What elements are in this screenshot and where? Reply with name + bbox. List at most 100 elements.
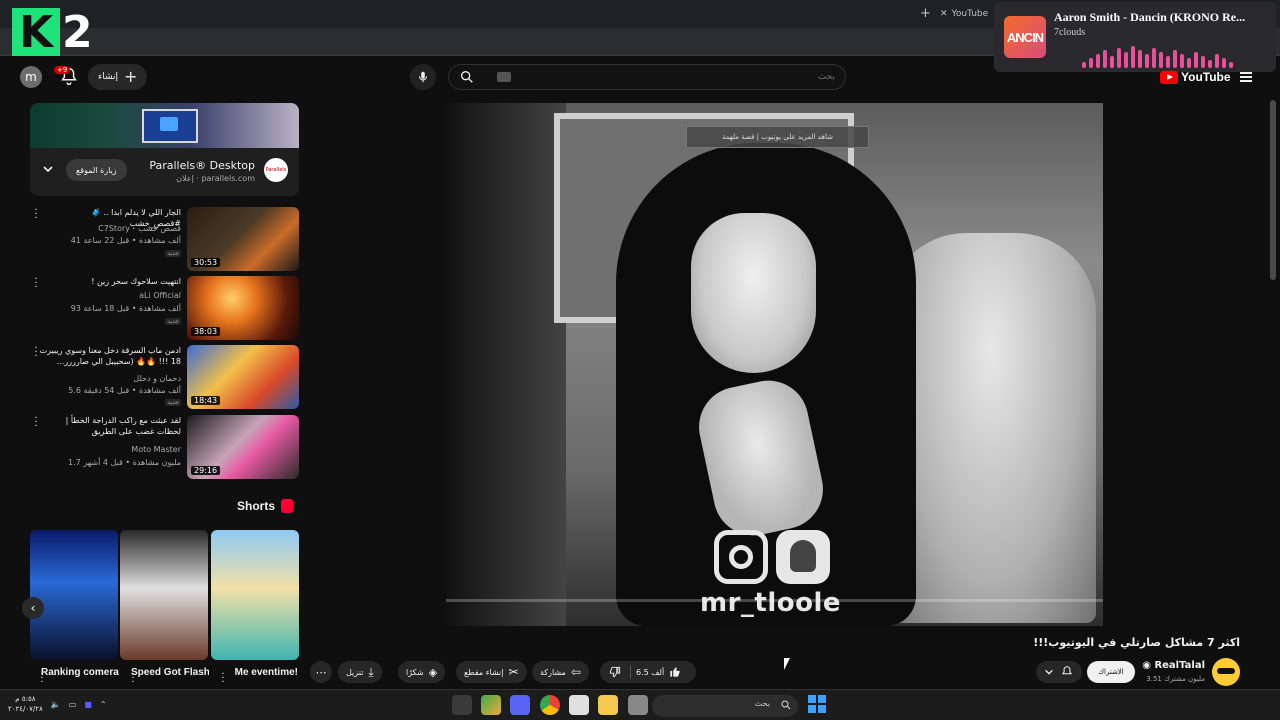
sponsored-ad-card[interactable]: Parallels Parallels® Desktop إعلان · par… (30, 103, 299, 196)
more-options-icon[interactable]: · · · (219, 670, 227, 688)
account-avatar[interactable]: m (20, 66, 42, 88)
channel-name[interactable]: aLi Official (139, 291, 181, 300)
video-title[interactable]: لقد عبثت مع راكب الدراجة الخطأ | لحظات غ… (39, 415, 181, 437)
video-thumbnail[interactable]: 30:53 (187, 207, 299, 271)
instagram-icon (714, 530, 768, 584)
video-thumbnail[interactable]: 38:03 (187, 276, 299, 340)
video-title: اكثر 7 مشاكل صارتلي في اليوتيوب!!! (1033, 636, 1240, 649)
k2-logo-letter: K (12, 7, 60, 58)
more-options-icon[interactable]: · · · (32, 344, 40, 362)
clip-label: إنشاء مقطع (464, 667, 504, 677)
channel-name[interactable]: C7Story - قصص خشب (98, 224, 181, 233)
like-dislike-group: 6.5 ألف (600, 661, 696, 683)
short-title[interactable]: Ranking comeratio (41, 667, 119, 689)
windows-start-icon[interactable] (808, 695, 826, 713)
hamburger-menu-icon[interactable] (1240, 72, 1252, 82)
language-icon[interactable]: ■ (84, 700, 92, 709)
channel-avatar[interactable] (1212, 658, 1240, 686)
related-video-item[interactable]: 30:53 الجار اللي لا يدلم ابدا .. 🧳 #قصص_… (30, 206, 299, 271)
new-tab-button[interactable]: + (920, 6, 931, 21)
youtube-logo[interactable]: YouTube (1160, 70, 1231, 84)
short-title[interactable]: Speed Got Flashbacks (131, 667, 209, 689)
related-video-item[interactable]: 29:16 لقد عبثت مع راكب الدراجة الخطأ | ل… (30, 414, 299, 479)
scissors-icon: ✂ (508, 665, 519, 679)
short-thumbnail[interactable] (211, 530, 299, 660)
video-duration: 30:53 (191, 258, 221, 267)
page-scrollbar[interactable] (1270, 100, 1276, 280)
ad-title[interactable]: Parallels® Desktop (149, 159, 255, 172)
thanks-button[interactable]: شكرًا ◈ (398, 661, 446, 683)
clock-time: ٥:٥٨ م (15, 695, 36, 703)
visit-site-button[interactable]: زيارة الموقع (66, 159, 127, 181)
close-tab-icon[interactable]: ✕ (940, 9, 948, 19)
chrome-icon[interactable] (540, 695, 560, 715)
network-icon[interactable]: ▭ (69, 700, 77, 709)
youtube-logo-text: YouTube (1181, 70, 1231, 84)
video-frame-shadow (446, 103, 566, 626)
video-title[interactable]: انتهيت سلاحوك سحر زين ! (39, 276, 181, 287)
new-badge: جديد (165, 250, 181, 257)
store-icon[interactable] (569, 695, 589, 715)
more-options-icon[interactable]: · · · (32, 275, 40, 293)
app-icon[interactable] (452, 695, 472, 715)
related-video-item[interactable]: 18:43 ادمن ماب السرقة دخل معنا وسوي ريبي… (30, 344, 299, 409)
channel-name[interactable]: Moto Master (131, 445, 181, 454)
search-icon[interactable] (459, 69, 475, 85)
file-explorer-icon[interactable] (598, 695, 618, 715)
youtube-play-icon (1160, 70, 1178, 84)
app-icon[interactable] (481, 695, 501, 715)
search-box[interactable] (448, 64, 846, 90)
chevron-down-icon[interactable] (42, 163, 54, 175)
download-button[interactable]: تنزيل ⤓ (338, 661, 382, 683)
share-button[interactable]: مشاركة ⇦ (532, 661, 589, 683)
volume-icon[interactable]: 🔈 (51, 700, 61, 709)
clip-button[interactable]: إنشاء مقطع ✂ (456, 661, 527, 683)
discord-icon[interactable] (510, 695, 530, 715)
windows-taskbar: ٥:٥٨ م ٢٠٢٤/٠٧/٢٨ 🔈 ▭ ■ ⌃ بحث (0, 689, 1280, 720)
video-thumbnail[interactable]: 29:16 (187, 415, 299, 479)
subscribe-button[interactable]: الاشتراك (1087, 661, 1135, 683)
like-button[interactable]: 6.5 ألف (636, 661, 682, 683)
short-thumbnail[interactable] (30, 530, 118, 660)
subscriber-count: 3.51 مليون مشترك (1146, 675, 1205, 683)
like-divider (630, 665, 631, 679)
new-badge: جديد (165, 318, 181, 325)
shorts-previous-button[interactable]: ‹ (22, 597, 44, 619)
video-player[interactable]: شاهد المزيد على يوتيوب | قصة ملهمة mr_tl… (446, 103, 1103, 626)
keyboard-icon[interactable] (497, 72, 511, 82)
plus-icon: + (124, 67, 138, 86)
taskbar-search[interactable]: بحث (652, 695, 798, 717)
short-thumbnail[interactable] (120, 530, 208, 660)
tab-youtube[interactable]: ✕ YouTube (940, 4, 988, 24)
more-actions-button[interactable]: ⋯ (310, 661, 332, 683)
more-options-icon[interactable]: · · · (32, 414, 40, 432)
now-playing-artist: 7clouds (1054, 27, 1086, 38)
related-video-item[interactable]: 38:03 انتهيت سلاحوك سحر زين ! aLi Offici… (30, 275, 299, 340)
k2-logo-number: 2 (62, 6, 93, 58)
channel-name[interactable]: ◉ RealTalal (1142, 660, 1205, 671)
search-input[interactable] (535, 69, 835, 85)
video-progress-bar[interactable] (446, 599, 1103, 602)
notification-settings-button[interactable] (1036, 661, 1082, 683)
bell-icon (1061, 666, 1073, 675)
channel-name[interactable]: دحمان و دحلل (133, 374, 181, 383)
video-title[interactable]: ادمن ماب السرقة دخل معنا وسوي ريبيرت 18 … (39, 345, 181, 367)
more-options-icon[interactable]: · · · (38, 670, 46, 688)
thumbs-down-icon[interactable] (608, 665, 622, 679)
video-frame-chair (886, 233, 1096, 623)
more-options-icon[interactable]: · · · (129, 670, 137, 688)
video-meta: 5.6 ألف مشاهدة • قبل 54 دقيقة (68, 386, 181, 395)
thanks-icon: ◈ (428, 665, 438, 679)
create-button[interactable]: إنشاء + (88, 64, 148, 90)
watermark-icons (714, 530, 830, 584)
video-duration: 29:16 (191, 466, 221, 475)
shorts-icon (281, 499, 294, 513)
k2-logo: K 2 (12, 6, 108, 58)
more-options-icon[interactable]: · · · (32, 206, 40, 224)
clock[interactable]: ٥:٥٨ م ٢٠٢٤/٠٧/٢٨ (8, 694, 43, 714)
short-title[interactable]: Me eventime! (220, 667, 298, 689)
task-view-icon[interactable] (628, 695, 648, 715)
voice-search-button[interactable] (410, 64, 436, 90)
video-thumbnail[interactable]: 18:43 (187, 345, 299, 409)
tray-overflow-icon[interactable]: ⌃ (100, 700, 107, 709)
